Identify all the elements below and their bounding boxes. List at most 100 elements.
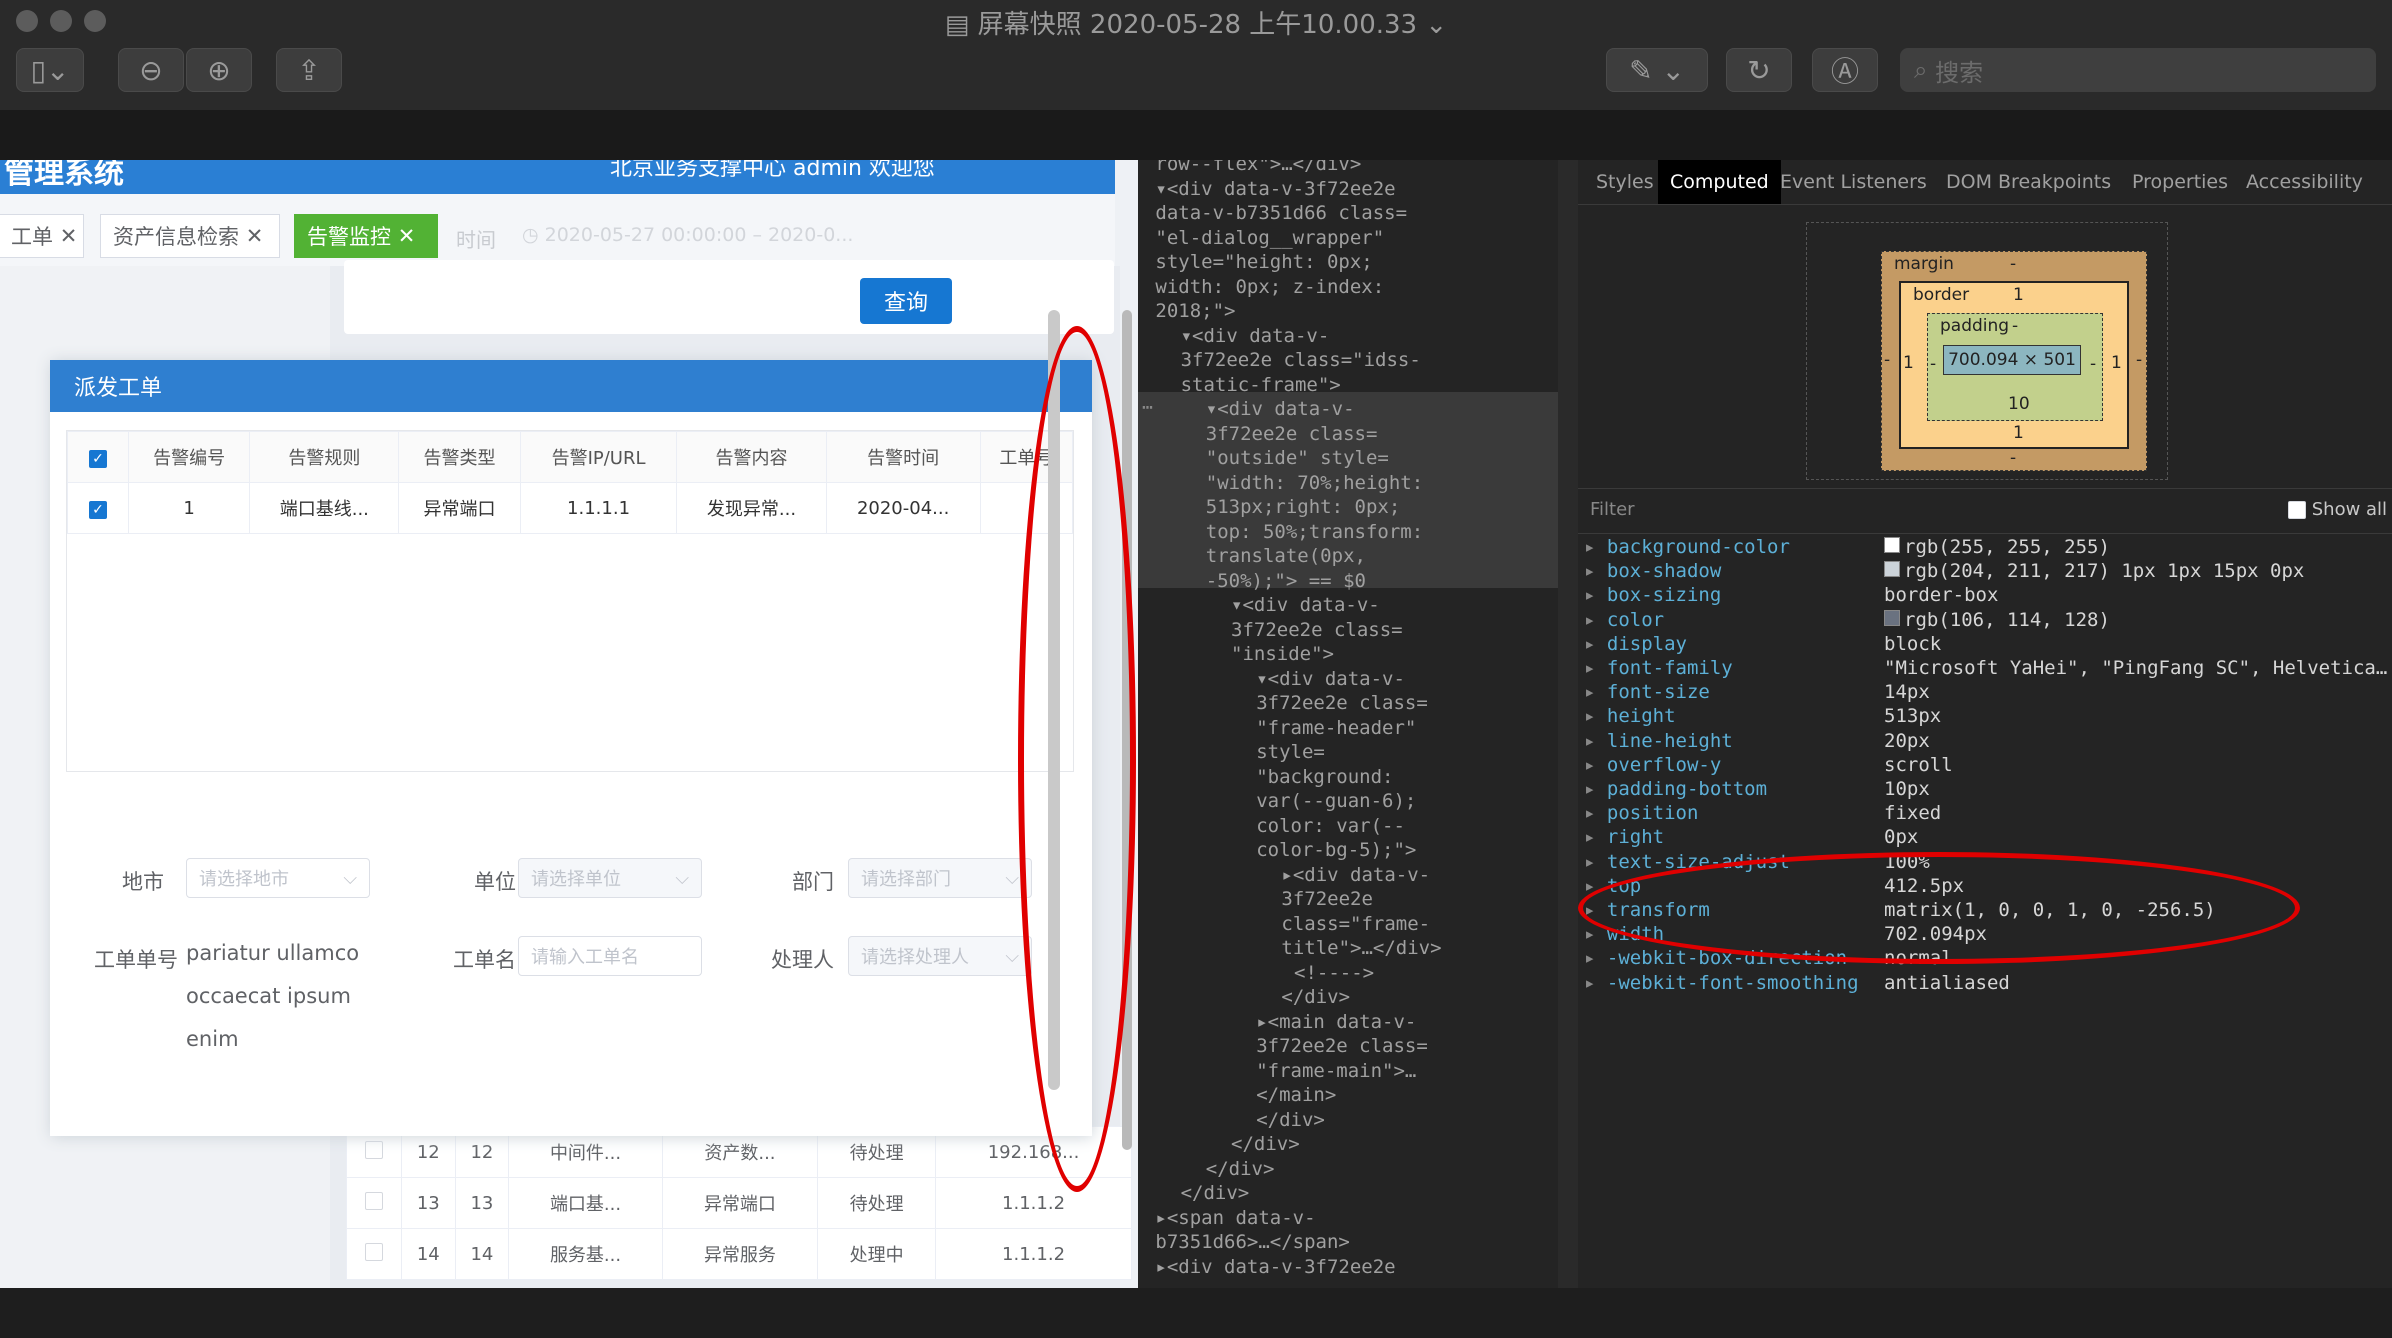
computed-property-row[interactable]: ▸ display block [1584,633,2384,655]
chevron-down-icon[interactable]: ⌄ [1417,10,1447,40]
dom-node-line[interactable]: 513px;right: 0px; [1206,495,1400,520]
computed-property-row[interactable]: ▸ padding-bottom 10px [1584,778,2384,800]
computed-property-row[interactable]: ▸ height 513px [1584,705,2384,727]
tab-workorder[interactable]: 工单 ✕ [0,214,84,258]
dom-node-line[interactable]: style= [1256,740,1325,765]
computed-property-row[interactable]: ▸ font-family "Microsoft YaHei", "PingFan… [1584,657,2387,679]
unit-select[interactable]: 请选择单位 ⌵ [518,858,702,898]
expand-arrow-icon[interactable]: ▸ [1584,947,1607,969]
checkbox-icon[interactable] [365,1140,383,1159]
dom-node-line[interactable]: color-bg-5);"> [1256,838,1416,863]
checkbox-icon[interactable] [365,1242,383,1261]
dom-node-line[interactable]: top: 50%;transform: [1206,520,1423,545]
expand-arrow-icon[interactable]: ▸ [1584,972,1607,994]
more-icon[interactable]: ⋯ [1142,396,1153,421]
time-range-input[interactable]: ◷ 2020-05-27 00:00:00 – 2020-0... [522,224,853,246]
dom-node-line[interactable]: ▾<div data-v- [1181,324,1330,349]
dom-node-line[interactable]: "frame-header" [1256,716,1416,741]
dom-node-line[interactable]: ▸<span data-v- [1155,1206,1315,1231]
computed-property-row[interactable]: ▸ line-height 20px [1584,730,2384,752]
table-row[interactable]: 14 14 服务基... 异常服务 处理中 1.1.1.2 [346,1228,1132,1280]
expand-arrow-icon[interactable]: ▸ [1584,536,1607,558]
handler-select[interactable]: 请选择处理人 ⌵ [848,936,1032,976]
dom-node-line[interactable]: 3f72ee2e class= [1231,618,1403,643]
dom-node-line[interactable]: title">…</div> [1281,936,1441,961]
dom-node-line[interactable]: "background: [1256,765,1393,790]
elements-scrollbar[interactable] [1558,160,1578,1288]
computed-property-row[interactable]: ▸ box-sizing border-box [1584,584,2384,606]
show-all-checkbox[interactable] [2288,501,2306,519]
expand-arrow-icon[interactable]: ▸ [1584,778,1607,800]
dom-node-line[interactable]: translate(0px, [1206,544,1366,569]
dom-node-line[interactable]: ▸<div data-v- [1281,863,1430,888]
computed-property-row[interactable]: ▸ overflow-y scroll [1584,754,2384,776]
dom-node-line[interactable]: </div> [1206,1157,1275,1182]
expand-arrow-icon[interactable]: ▸ [1584,681,1607,703]
dom-node-line[interactable]: b7351d66>…</span> [1155,1230,1349,1255]
dom-node-line[interactable]: ▾<div data-v- [1256,667,1405,692]
expand-arrow-icon[interactable]: ▸ [1584,584,1607,606]
checkbox-icon[interactable] [365,1191,383,1210]
expand-arrow-icon[interactable]: ▸ [1584,633,1607,655]
dom-node-line[interactable]: var(--guan-6); [1256,789,1416,814]
dom-node-line[interactable]: </div> [1256,1108,1325,1133]
table-row[interactable]: ✓ 1 端口基线... 异常端口 1.1.1.1 发现异常... 2020-04… [67,482,1074,534]
row-checkbox[interactable] [346,1177,402,1229]
expand-arrow-icon[interactable]: ▸ [1584,802,1607,824]
select-all-checkbox[interactable]: ✓ [67,431,129,483]
close-icon[interactable]: ✕ [60,224,78,248]
dom-node-line[interactable]: 3f72ee2e class= [1256,1034,1428,1059]
close-icon[interactable]: ✕ [398,224,416,248]
share-button[interactable]: ⇪ [276,48,342,92]
expand-arrow-icon[interactable]: ▸ [1584,754,1607,776]
computed-property-row[interactable]: ▸ background-color rgb(255, 255, 255) [1584,536,2384,558]
dom-node-line[interactable]: "frame-main">… [1256,1059,1416,1084]
dom-node-line[interactable]: 3f72ee2e class= [1256,691,1428,716]
dom-node-line[interactable]: "width: 70%;height: [1206,471,1423,496]
tab-properties[interactable]: Properties [2120,160,2240,204]
tab-styles[interactable]: Styles [1584,160,1666,204]
expand-arrow-icon[interactable]: ▸ [1584,705,1607,727]
city-select[interactable]: 请选择地市 ⌵ [186,858,370,898]
tab-alarm-monitor[interactable]: 告警监控 ✕ [294,214,438,258]
tab-computed[interactable]: Computed [1658,160,1781,204]
row-checkbox[interactable]: ✓ [67,482,129,534]
dom-node-line[interactable]: -50%);"> == $0 [1206,569,1366,594]
show-all-toggle[interactable]: Show all [2288,499,2387,520]
dom-node-line[interactable]: "outside" style= [1206,446,1389,471]
dom-node-line[interactable]: </div> [1181,1181,1250,1206]
dom-node-line[interactable]: </main> [1256,1083,1336,1108]
dom-node-line[interactable]: row--flex">…</div> [1155,160,1361,177]
order-name-input[interactable]: 请输入工单名 [518,936,702,976]
dom-node-line[interactable]: 3f72ee2e [1281,887,1373,912]
dom-node-line[interactable]: ▾<div data-v- [1231,593,1380,618]
expand-arrow-icon[interactable]: ▸ [1584,609,1607,631]
computed-property-row[interactable]: ▸ -webkit-font-smoothing antialiased [1584,972,2384,994]
dom-node-line[interactable]: data-v-b7351d66 class= [1155,201,1407,226]
table-row[interactable]: 13 13 端口基... 异常端口 待处理 1.1.1.2 [346,1177,1132,1229]
rotate-button[interactable]: ↻ [1726,48,1792,92]
dom-node-line[interactable]: </div> [1281,985,1350,1010]
dom-node-line[interactable]: "inside"> [1231,642,1334,667]
dom-node-line[interactable]: 3f72ee2e class= [1206,422,1378,447]
filter-input[interactable]: Filter [1590,499,1635,520]
expand-arrow-icon[interactable]: ▸ [1584,560,1607,582]
annotate-button[interactable]: Ⓐ [1812,48,1878,92]
dom-node-line[interactable]: style="height: 0px; [1155,250,1372,275]
zoom-in-button[interactable]: ⊕ [186,48,252,92]
computed-property-row[interactable]: ▸ box-shadow rgb(204, 211, 217) 1px 1px 1… [1584,560,2384,582]
dom-node-line[interactable]: ▾<div data-v-3f72ee2e [1155,177,1395,202]
dom-node-line[interactable]: static-frame"> [1181,373,1341,398]
dom-node-line[interactable]: ▸<main data-v- [1256,1010,1416,1035]
markup-button[interactable]: ✎ ⌄ [1606,48,1708,92]
computed-property-row[interactable]: ▸ right 0px [1584,826,2384,848]
search-input[interactable]: ⌕ 搜索 [1900,48,2376,92]
dom-node-line[interactable]: <!----> [1294,961,1374,986]
query-button[interactable]: 查询 [860,278,952,324]
zoom-out-button[interactable]: ⊖ [118,48,184,92]
tab-dom-breakpoints[interactable]: DOM Breakpoints [1934,160,2123,204]
dom-node-line[interactable]: color: var(-- [1256,814,1405,839]
tab-asset-search[interactable]: 资产信息检索 ✕ [100,214,280,258]
tab-accessibility[interactable]: Accessibility [2234,160,2375,204]
expand-arrow-icon[interactable]: ▸ [1584,657,1607,679]
